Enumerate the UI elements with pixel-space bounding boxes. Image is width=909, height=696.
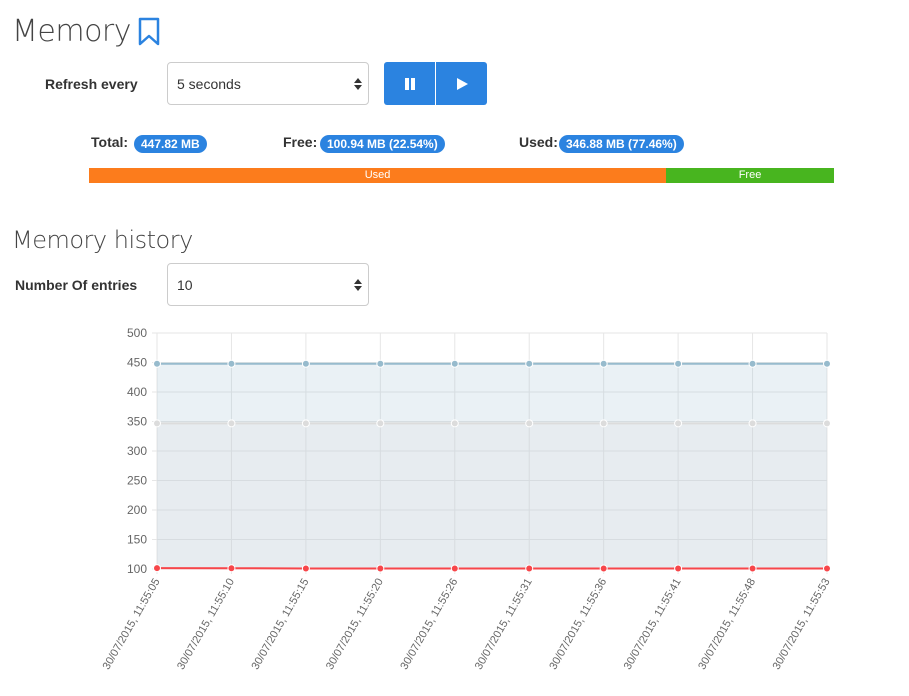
data-point (376, 359, 385, 368)
data-point (599, 419, 608, 428)
data-point (227, 419, 236, 428)
select-arrows-icon (354, 77, 362, 90)
play-button[interactable] (436, 62, 487, 105)
data-point (748, 419, 757, 428)
y-tick-label: 200 (127, 503, 147, 517)
data-point (450, 564, 459, 573)
memory-history-chart: 50045040035030025020015010030/07/2015, 1… (101, 326, 833, 672)
data-point (376, 564, 385, 573)
total-badge: 447.82 MB (134, 135, 207, 153)
data-point (748, 564, 757, 573)
data-point (823, 359, 831, 368)
select-arrows-icon (354, 278, 362, 291)
data-point (301, 359, 310, 368)
y-tick-label: 100 (127, 562, 147, 576)
data-point (599, 564, 608, 573)
data-point (153, 564, 161, 573)
page-title-text: Memory (12, 14, 132, 49)
y-tick-label: 250 (127, 474, 147, 488)
pause-button[interactable] (384, 62, 435, 105)
data-point (301, 564, 310, 573)
total-label: Total: (91, 134, 129, 150)
x-tick-label: 30/07/2015, 11:55:53 (771, 577, 833, 672)
data-point (823, 419, 831, 428)
data-point (301, 419, 310, 428)
free-label: Free: (283, 134, 318, 150)
history-title: Memory history (12, 226, 193, 254)
y-tick-label: 300 (127, 444, 147, 458)
x-tick-label: 30/07/2015, 11:55:20 (324, 577, 386, 672)
refresh-label: Refresh every (45, 76, 138, 92)
data-point (153, 359, 161, 368)
data-point (227, 359, 236, 368)
data-point (674, 564, 683, 573)
data-point (153, 419, 161, 428)
x-tick-label: 30/07/2015, 11:55:41 (622, 577, 684, 672)
y-tick-label: 150 (127, 533, 147, 547)
data-point (674, 419, 683, 428)
y-tick-label: 500 (127, 326, 147, 340)
entries-select[interactable]: 10 (167, 263, 369, 306)
usage-bar-used: Used (89, 168, 667, 183)
entries-value: 10 (177, 276, 193, 293)
y-tick-label: 350 (127, 415, 147, 429)
x-tick-label: 30/07/2015, 11:55:36 (547, 577, 609, 672)
x-tick-label: 30/07/2015, 11:55:10 (175, 577, 237, 672)
data-point (525, 359, 534, 368)
refresh-interval-value: 5 seconds (177, 75, 241, 92)
y-tick-label: 400 (127, 385, 147, 399)
y-tick-label: 450 (127, 356, 147, 370)
memory-usage-bar: Used Free (89, 168, 834, 183)
data-point (450, 419, 459, 428)
data-point (674, 359, 683, 368)
series-area (157, 423, 827, 569)
x-tick-label: 30/07/2015, 11:55:05 (101, 577, 163, 672)
page-title: Memory (12, 14, 161, 49)
x-tick-label: 30/07/2015, 11:55:31 (473, 577, 535, 672)
pause-icon (404, 77, 415, 90)
x-tick-label: 30/07/2015, 11:55:26 (398, 577, 460, 672)
data-point (227, 564, 236, 573)
x-tick-label: 30/07/2015, 11:55:48 (696, 577, 758, 672)
data-point (376, 419, 385, 428)
entries-label: Number Of entries (15, 277, 138, 293)
free-badge: 100.94 MB (22.54%) (320, 135, 445, 153)
data-point (525, 564, 534, 573)
used-badge: 346.88 MB (77.46%) (559, 135, 684, 153)
x-tick-label: 30/07/2015, 11:55:15 (250, 577, 312, 672)
refresh-interval-select[interactable]: 5 seconds (167, 62, 369, 105)
play-icon (456, 77, 468, 90)
data-point (823, 564, 831, 573)
data-point (525, 419, 534, 428)
data-point (599, 359, 608, 368)
data-point (748, 359, 757, 368)
usage-bar-free: Free (666, 168, 834, 183)
data-point (450, 359, 459, 368)
bookmark-icon[interactable] (137, 17, 161, 47)
used-label: Used: (519, 134, 558, 150)
